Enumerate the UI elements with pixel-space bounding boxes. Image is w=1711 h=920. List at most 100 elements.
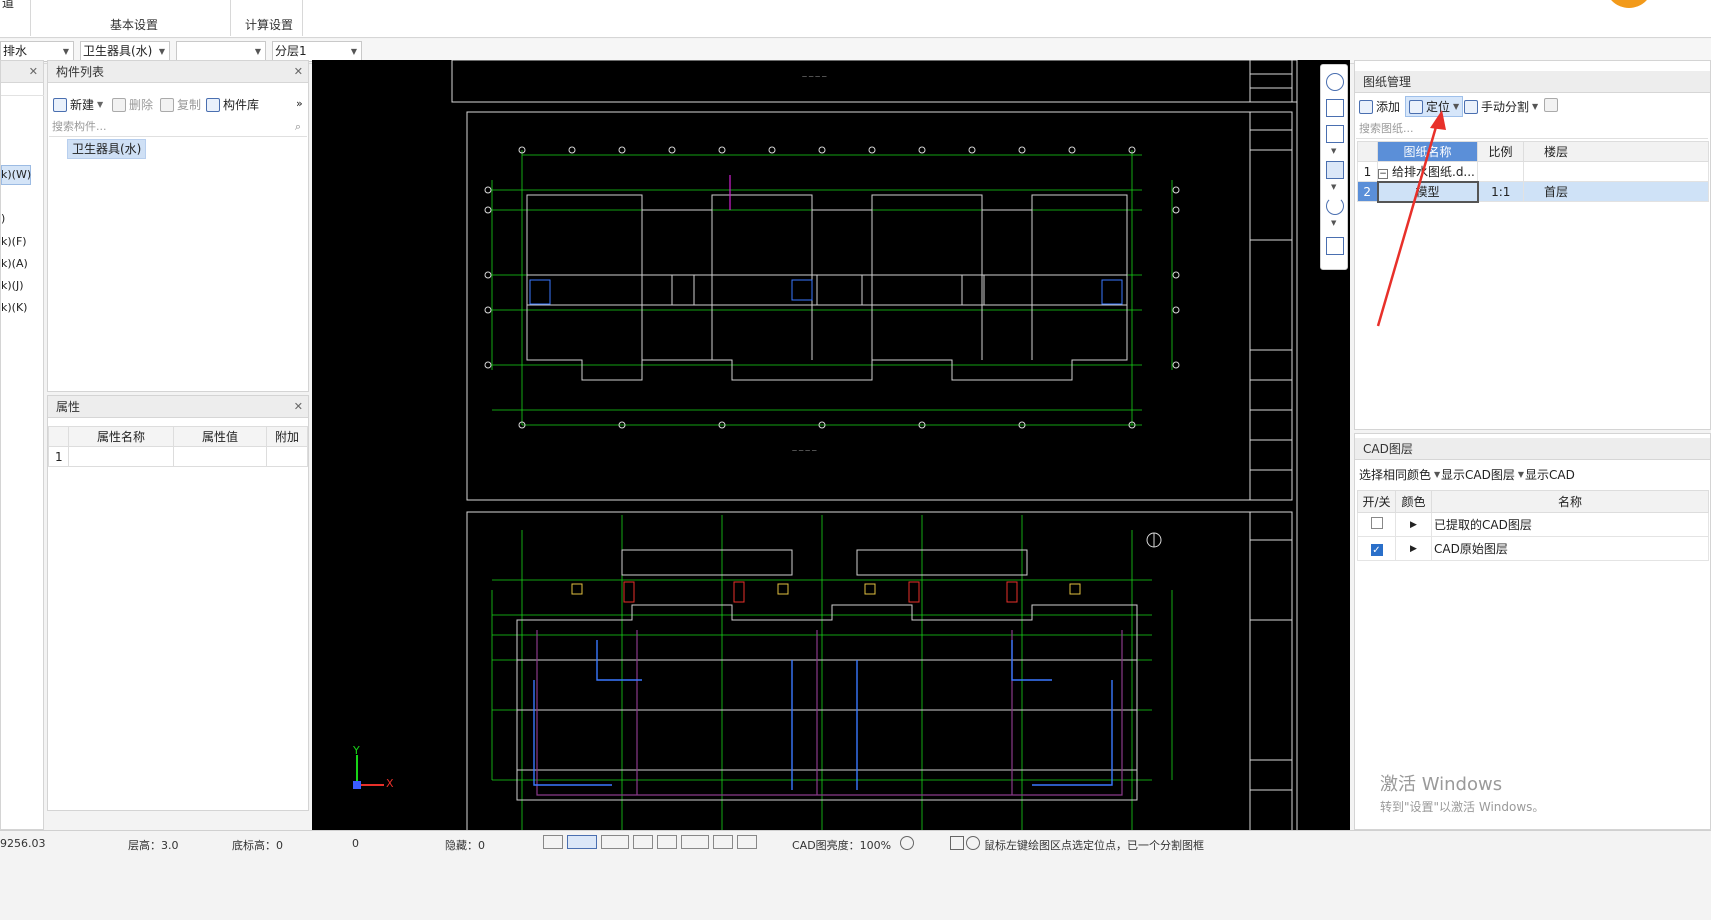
sheet-frames [451,60,1298,830]
print-icon[interactable] [713,835,733,849]
properties-title: 属性 [56,400,81,414]
scale-cell[interactable]: 1:1 [1477,181,1524,202]
component-list-panel: 构件列表 ✕ 新建 ▼ 删除 复制 构件库 » 搜索构件... ⌕ 卫生器具(水) [47,60,309,392]
upper-plan-grid [491,150,1173,426]
chevron-down-icon: ▼ [97,100,104,109]
layer-list-icon[interactable] [1326,237,1344,255]
snapshot-icon[interactable] [950,836,964,850]
component-search-input[interactable]: 搜索构件... ⌕ [49,117,307,137]
properties-panel: 属性 ✕ 属性名称 属性值 附加 1 [47,395,309,811]
ortho-toggle-icon[interactable] [543,835,563,849]
discipline-value: 排水 [3,44,28,58]
manual-split-button[interactable]: 手动分割 ▼ [1464,98,1538,115]
cross-select-icon[interactable] [633,835,653,849]
chevron-down-icon[interactable]: ▼ [1331,183,1336,191]
cad-drawing: — — — — — — — — [353,60,1298,830]
column-header: 比例 [1477,141,1524,162]
box-view-icon[interactable] [1326,125,1344,143]
drawing-canvas[interactable]: — — — — — — — — Y X [312,60,1350,830]
snap-toggle-icon[interactable] [567,835,597,849]
column-header: 属性名称 [68,426,174,447]
column-header: 属性值 [173,426,267,447]
layer-name[interactable]: CAD原始图层 [1431,536,1709,561]
solid-view-icon[interactable] [1326,161,1344,179]
status-hint-text: 鼠标左键绘图区点选定位点，已一个分割图框 [984,839,1204,852]
table-row[interactable]: 1 [48,446,308,467]
add-point-icon[interactable] [681,835,709,849]
search-placeholder: 搜索构件... [52,120,107,133]
floor-cell[interactable] [1523,161,1709,182]
tree-item[interactable]: k)(K) [1,301,27,314]
close-icon[interactable]: ✕ [29,61,38,83]
layer-name[interactable]: 已提取的CAD图层 [1431,512,1709,537]
more-tools-button[interactable]: » [296,97,303,110]
component-library-button[interactable]: 构件库 [206,96,259,113]
show-cad-button[interactable]: 显示CAD [1525,466,1575,483]
checkmark-icon[interactable]: ✓ [1370,543,1383,556]
component-type-select[interactable]: 卫生器具(水) ▼ [80,41,170,62]
column-header: 附加 [266,426,308,447]
delete-component-button[interactable]: 删除 [112,96,153,113]
layer-toggle-cell: ✓ [1357,536,1396,561]
brightness-dial-icon[interactable] [900,836,914,850]
close-icon[interactable]: ✕ [294,396,303,418]
expand-arrow-icon[interactable]: ▶ [1395,512,1432,537]
watermark-title: 激活 Windows [1380,774,1503,795]
copy-component-button[interactable]: 复制 [160,96,201,113]
tree-item[interactable]: k)(A) [1,257,28,270]
watermark-subtitle: 转到"设置"以激活 Windows。 [1380,800,1545,814]
show-cad-layer-button[interactable]: 显示CAD图层 ▼ [1441,466,1524,483]
orbit-icon[interactable] [1326,73,1344,91]
select-same-color-button[interactable]: 选择相同颜色 ▼ [1359,466,1440,483]
scale-cell[interactable] [1477,161,1524,182]
divider [1,95,44,96]
floor-select[interactable]: 分层1 ▼ [272,41,362,62]
component-list-item[interactable]: 卫生器具(水) [67,139,147,159]
close-icon[interactable]: ✕ [294,61,303,83]
property-value[interactable] [173,446,267,467]
copy-label: 复制 [177,98,202,112]
chevron-down-icon: ▼ [62,47,69,56]
cad-brightness-readout[interactable]: CAD图亮度：100% [792,837,891,853]
chevron-down-icon[interactable]: ▼ [1331,147,1336,155]
arrow-shaft [1376,119,1440,327]
3d-view-icon[interactable] [1326,99,1344,117]
ribbon-group-basic-settings[interactable]: 基本设置 [110,16,158,33]
floor-cell[interactable]: 首层 [1523,181,1709,202]
view-tool-strip: ▼ ▼ ▼ [1320,64,1348,270]
tree-item[interactable]: k)(J) [1,279,24,292]
tree-item[interactable]: ) [1,212,5,225]
copy-drawing-button[interactable] [1544,98,1558,112]
column-header: 开/关 [1357,490,1396,513]
dynamic-input-icon[interactable] [601,835,629,849]
rotate-icon[interactable] [1326,197,1344,215]
cad-layers-header: CAD图层 [1355,438,1710,460]
tree-item[interactable]: k)(W) [1,168,31,181]
ribbon-partial-label: 道 [2,0,15,10]
table-row[interactable]: ▶ 已提取的CAD图层 [1357,512,1709,537]
split-icon [1464,99,1478,114]
sheet-caption: — — — — [802,74,827,80]
property-name[interactable] [68,446,174,467]
plan-caption: — — — — [792,448,817,454]
line-tool-icon[interactable] [657,835,677,849]
ribbon: 道 基本设置 计算设置 [0,0,1711,38]
library-label: 构件库 [223,98,260,112]
chevron-down-icon[interactable]: ▼ [1331,219,1336,227]
upper-plan-fixtures [529,279,1123,305]
table-row[interactable]: ✓ ▶ CAD原始图层 [1357,536,1709,561]
library-icon [206,97,220,112]
curve-tool-icon[interactable] [737,835,757,849]
layer-checkbox[interactable] [1370,517,1383,529]
component-select[interactable]: ▼ [176,41,266,62]
ribbon-group-calc-settings[interactable]: 计算设置 [245,16,293,33]
chevron-down-icon: ▼ [1453,102,1460,111]
tree-item[interactable]: k)(F) [1,235,27,248]
select-same-color-label: 选择相同颜色 [1359,468,1432,482]
expand-arrow-icon[interactable]: ▶ [1395,536,1432,561]
new-component-button[interactable]: 新建 ▼ [53,96,103,113]
discipline-select[interactable]: 排水 ▼ [0,41,74,62]
search-icon[interactable]: ⌕ [295,117,301,137]
ribbon-separator [230,0,231,36]
property-extra[interactable] [266,446,308,467]
